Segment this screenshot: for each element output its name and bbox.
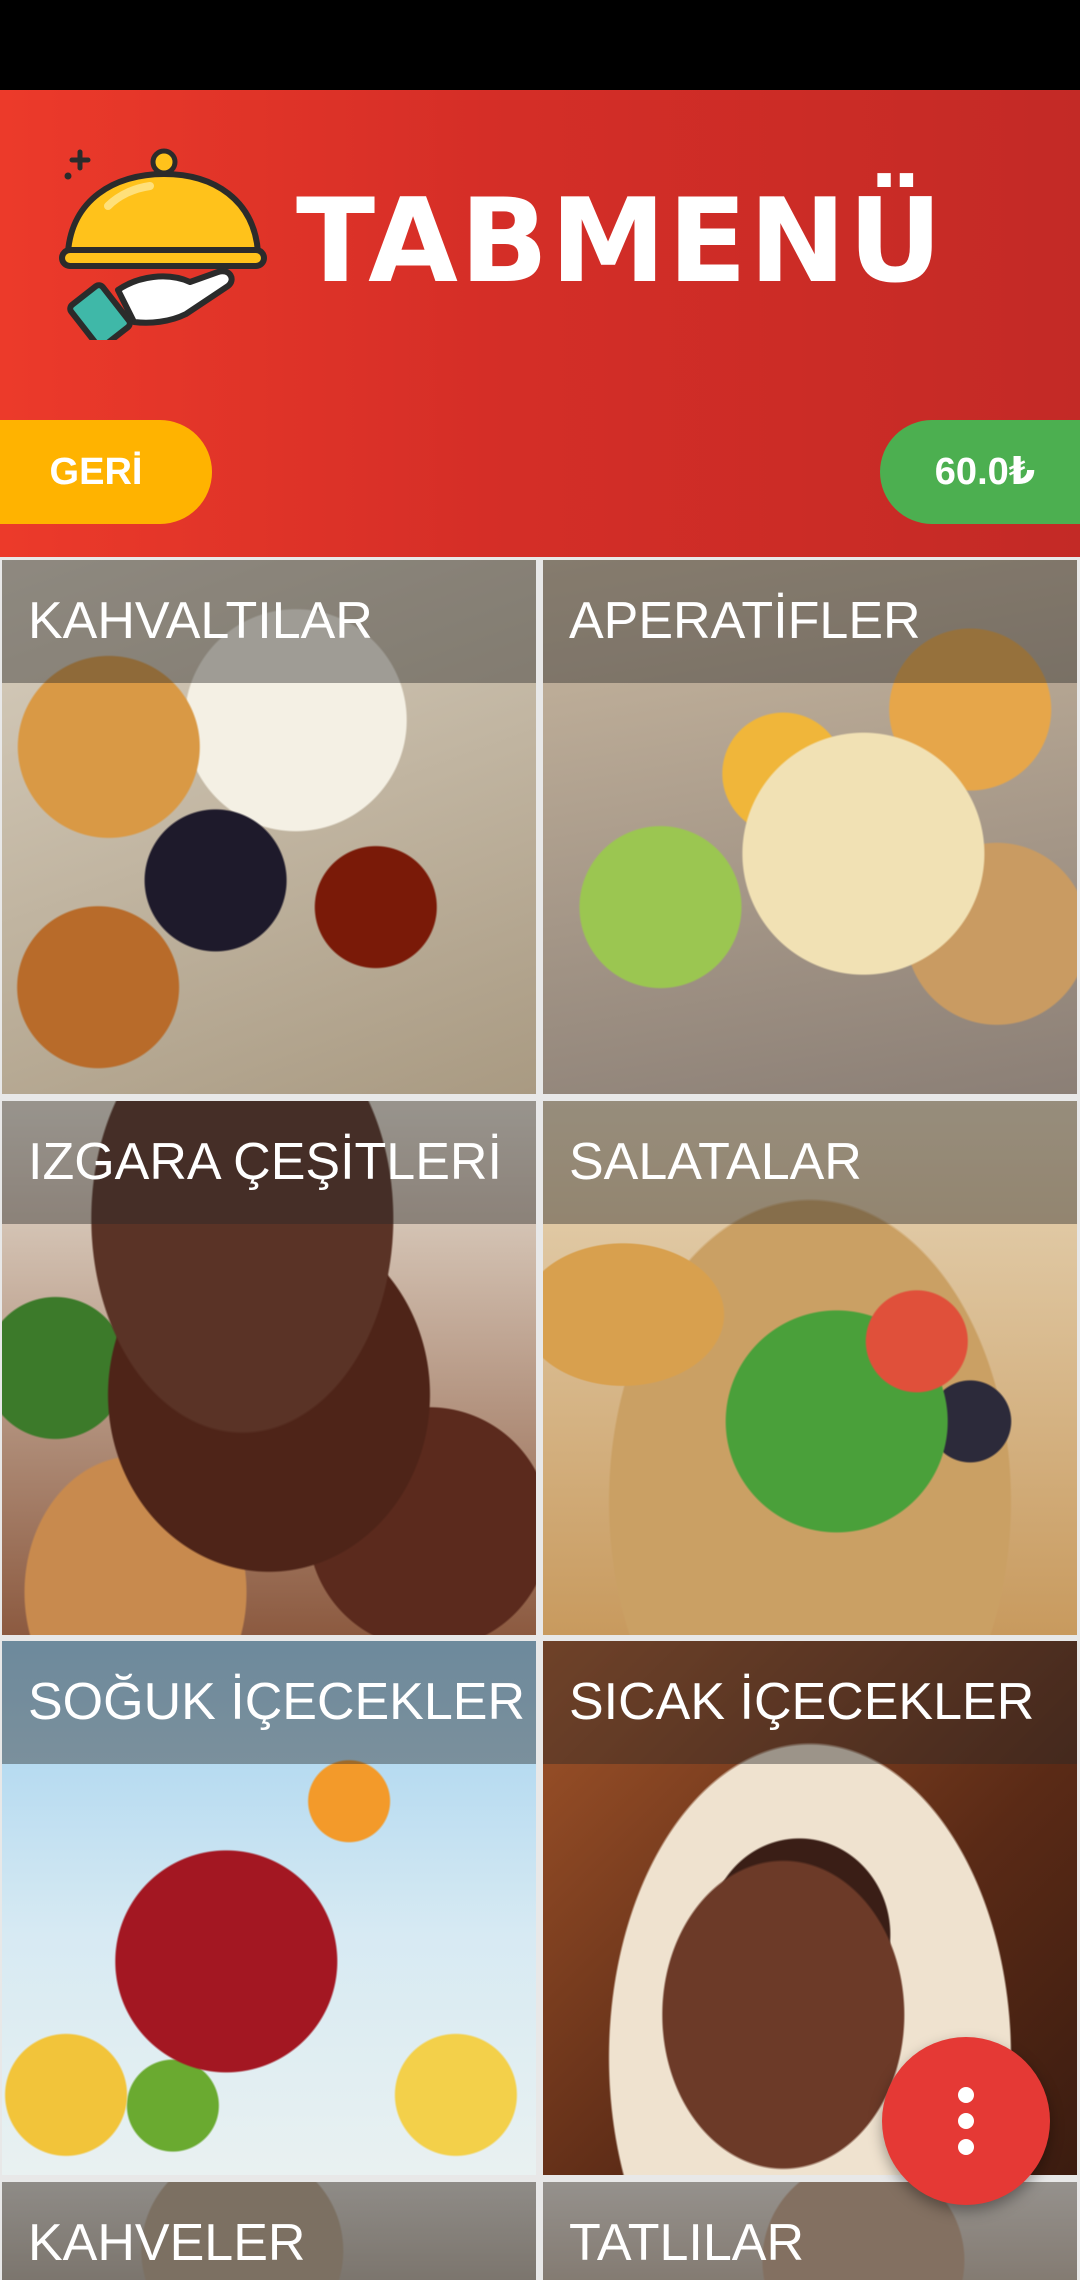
category-label: SICAK İÇECEKLER [569,1673,1035,1731]
back-button[interactable]: GERİ [0,420,212,524]
category-tile-izgara[interactable]: IZGARA ÇEŞİTLERİ [2,1101,536,1635]
app-header: TABMENÜ GERİ 60.0₺ [0,90,1080,557]
status-bar [0,0,1080,90]
cart-total-badge[interactable]: 60.0₺ [880,420,1080,524]
category-label: TATLILAR [569,2214,805,2272]
more-vertical-icon [958,2087,974,2155]
category-label: SALATALAR [569,1133,862,1191]
brand-name: TABMENÜ [296,174,945,309]
category-tile-kahvaltilar[interactable]: KAHVALTILAR [2,560,536,1094]
category-label: SOĞUK İÇECEKLER [28,1673,526,1731]
cloche-on-hand-icon [59,148,267,340]
category-tile-kahveler[interactable]: KAHVELER [2,2182,536,2280]
category-tile-soguk-icecekler[interactable]: SOĞUK İÇECEKLER [2,1641,536,2175]
more-options-fab[interactable] [882,2037,1050,2205]
category-label: KAHVALTILAR [28,592,373,650]
category-label: IZGARA ÇEŞİTLERİ [28,1133,502,1191]
category-tile-salatalar[interactable]: SALATALAR [543,1101,1077,1635]
category-label: APERATİFLER [569,592,921,650]
category-label: KAHVELER [28,2214,306,2272]
category-grid: KAHVALTILAR APERATİFLER IZGARA ÇEŞİTLERİ… [0,557,1080,2280]
category-tile-aperatifler[interactable]: APERATİFLER [543,560,1077,1094]
